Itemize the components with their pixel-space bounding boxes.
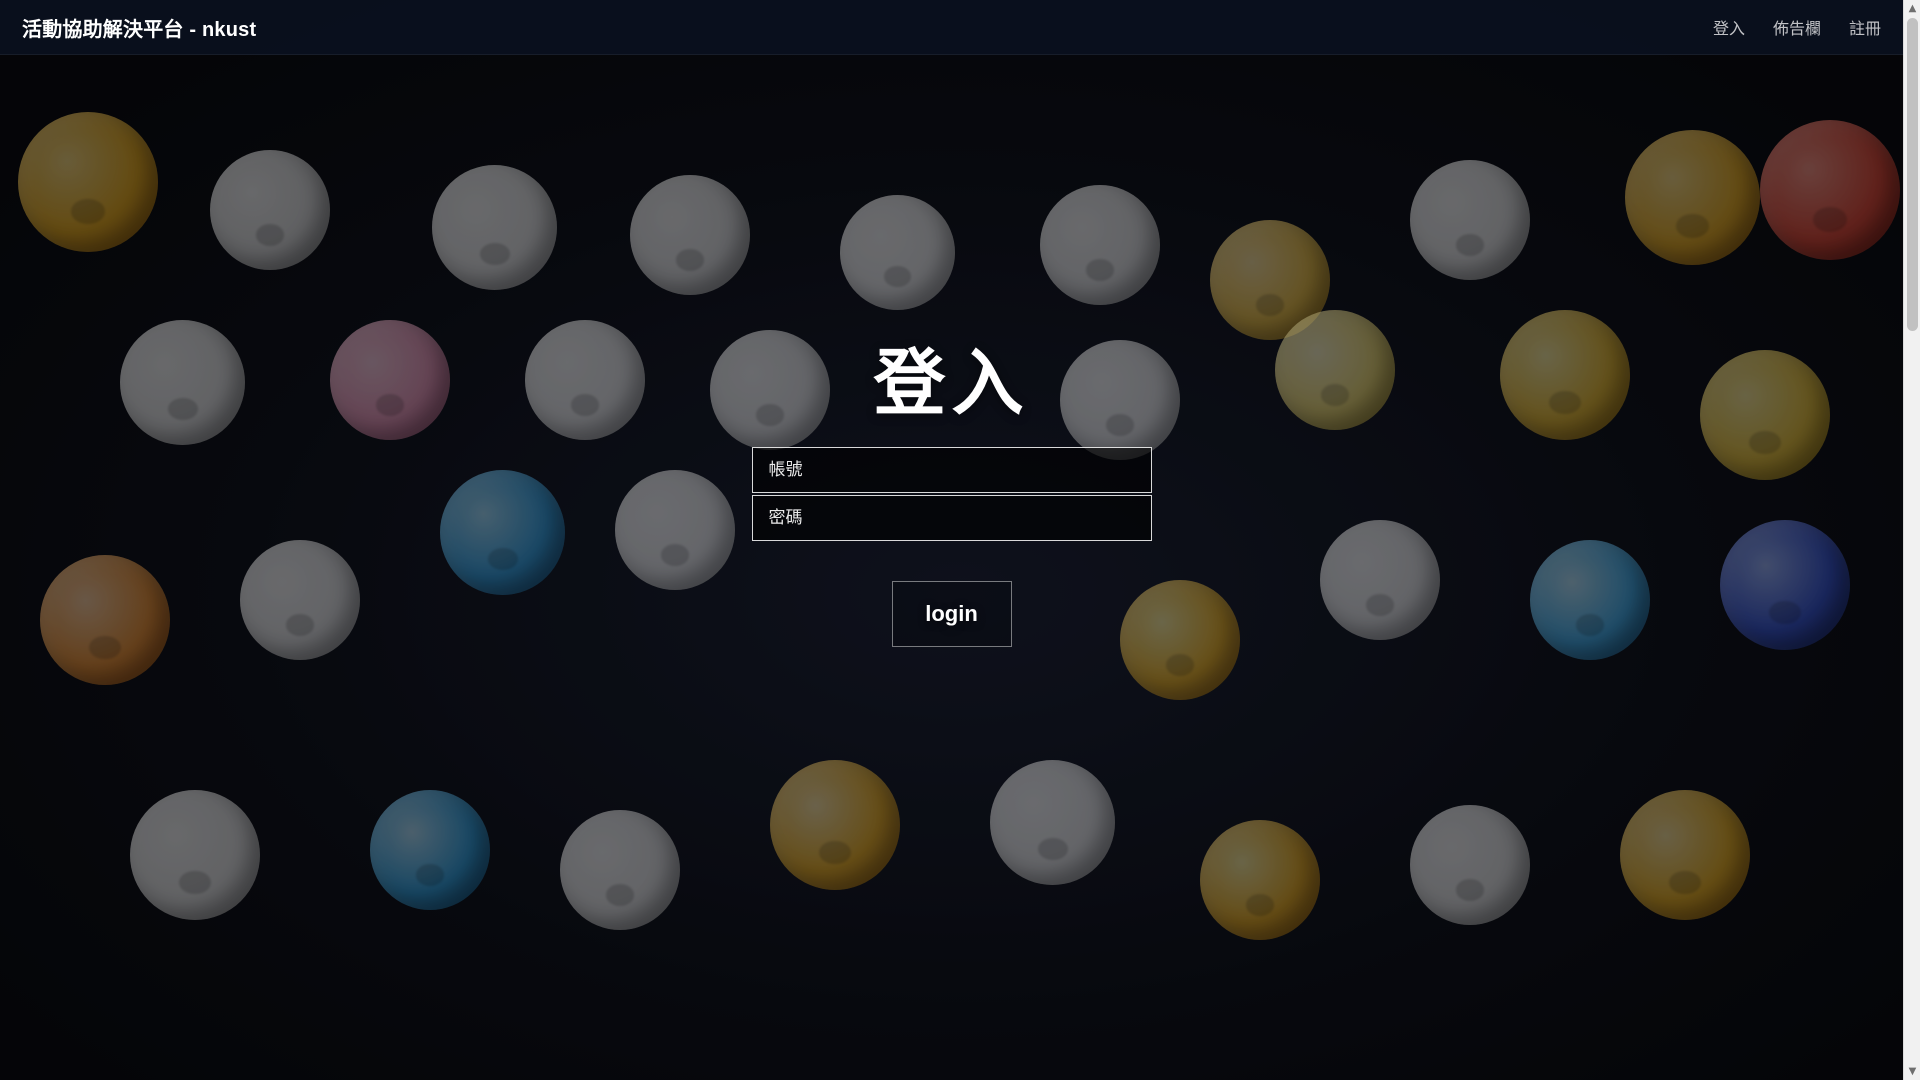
page: 活動協助解決平台 - nkust 登入 佈告欄 註冊 登入 login ▲ ▼ bbox=[0, 0, 1920, 1080]
vertical-scrollbar[interactable]: ▲ ▼ bbox=[1903, 0, 1920, 1080]
login-title: 登入 bbox=[873, 341, 1030, 425]
password-input[interactable] bbox=[751, 495, 1152, 542]
login-form: 登入 login bbox=[751, 341, 1152, 648]
scroll-thumb[interactable] bbox=[1907, 18, 1918, 331]
scroll-up-icon[interactable]: ▲ bbox=[1904, 0, 1920, 17]
login-button[interactable]: login bbox=[891, 581, 1012, 648]
username-input[interactable] bbox=[751, 447, 1152, 494]
scroll-down-icon[interactable]: ▼ bbox=[1904, 1063, 1920, 1080]
login-section: 登入 login bbox=[0, 0, 1903, 1080]
